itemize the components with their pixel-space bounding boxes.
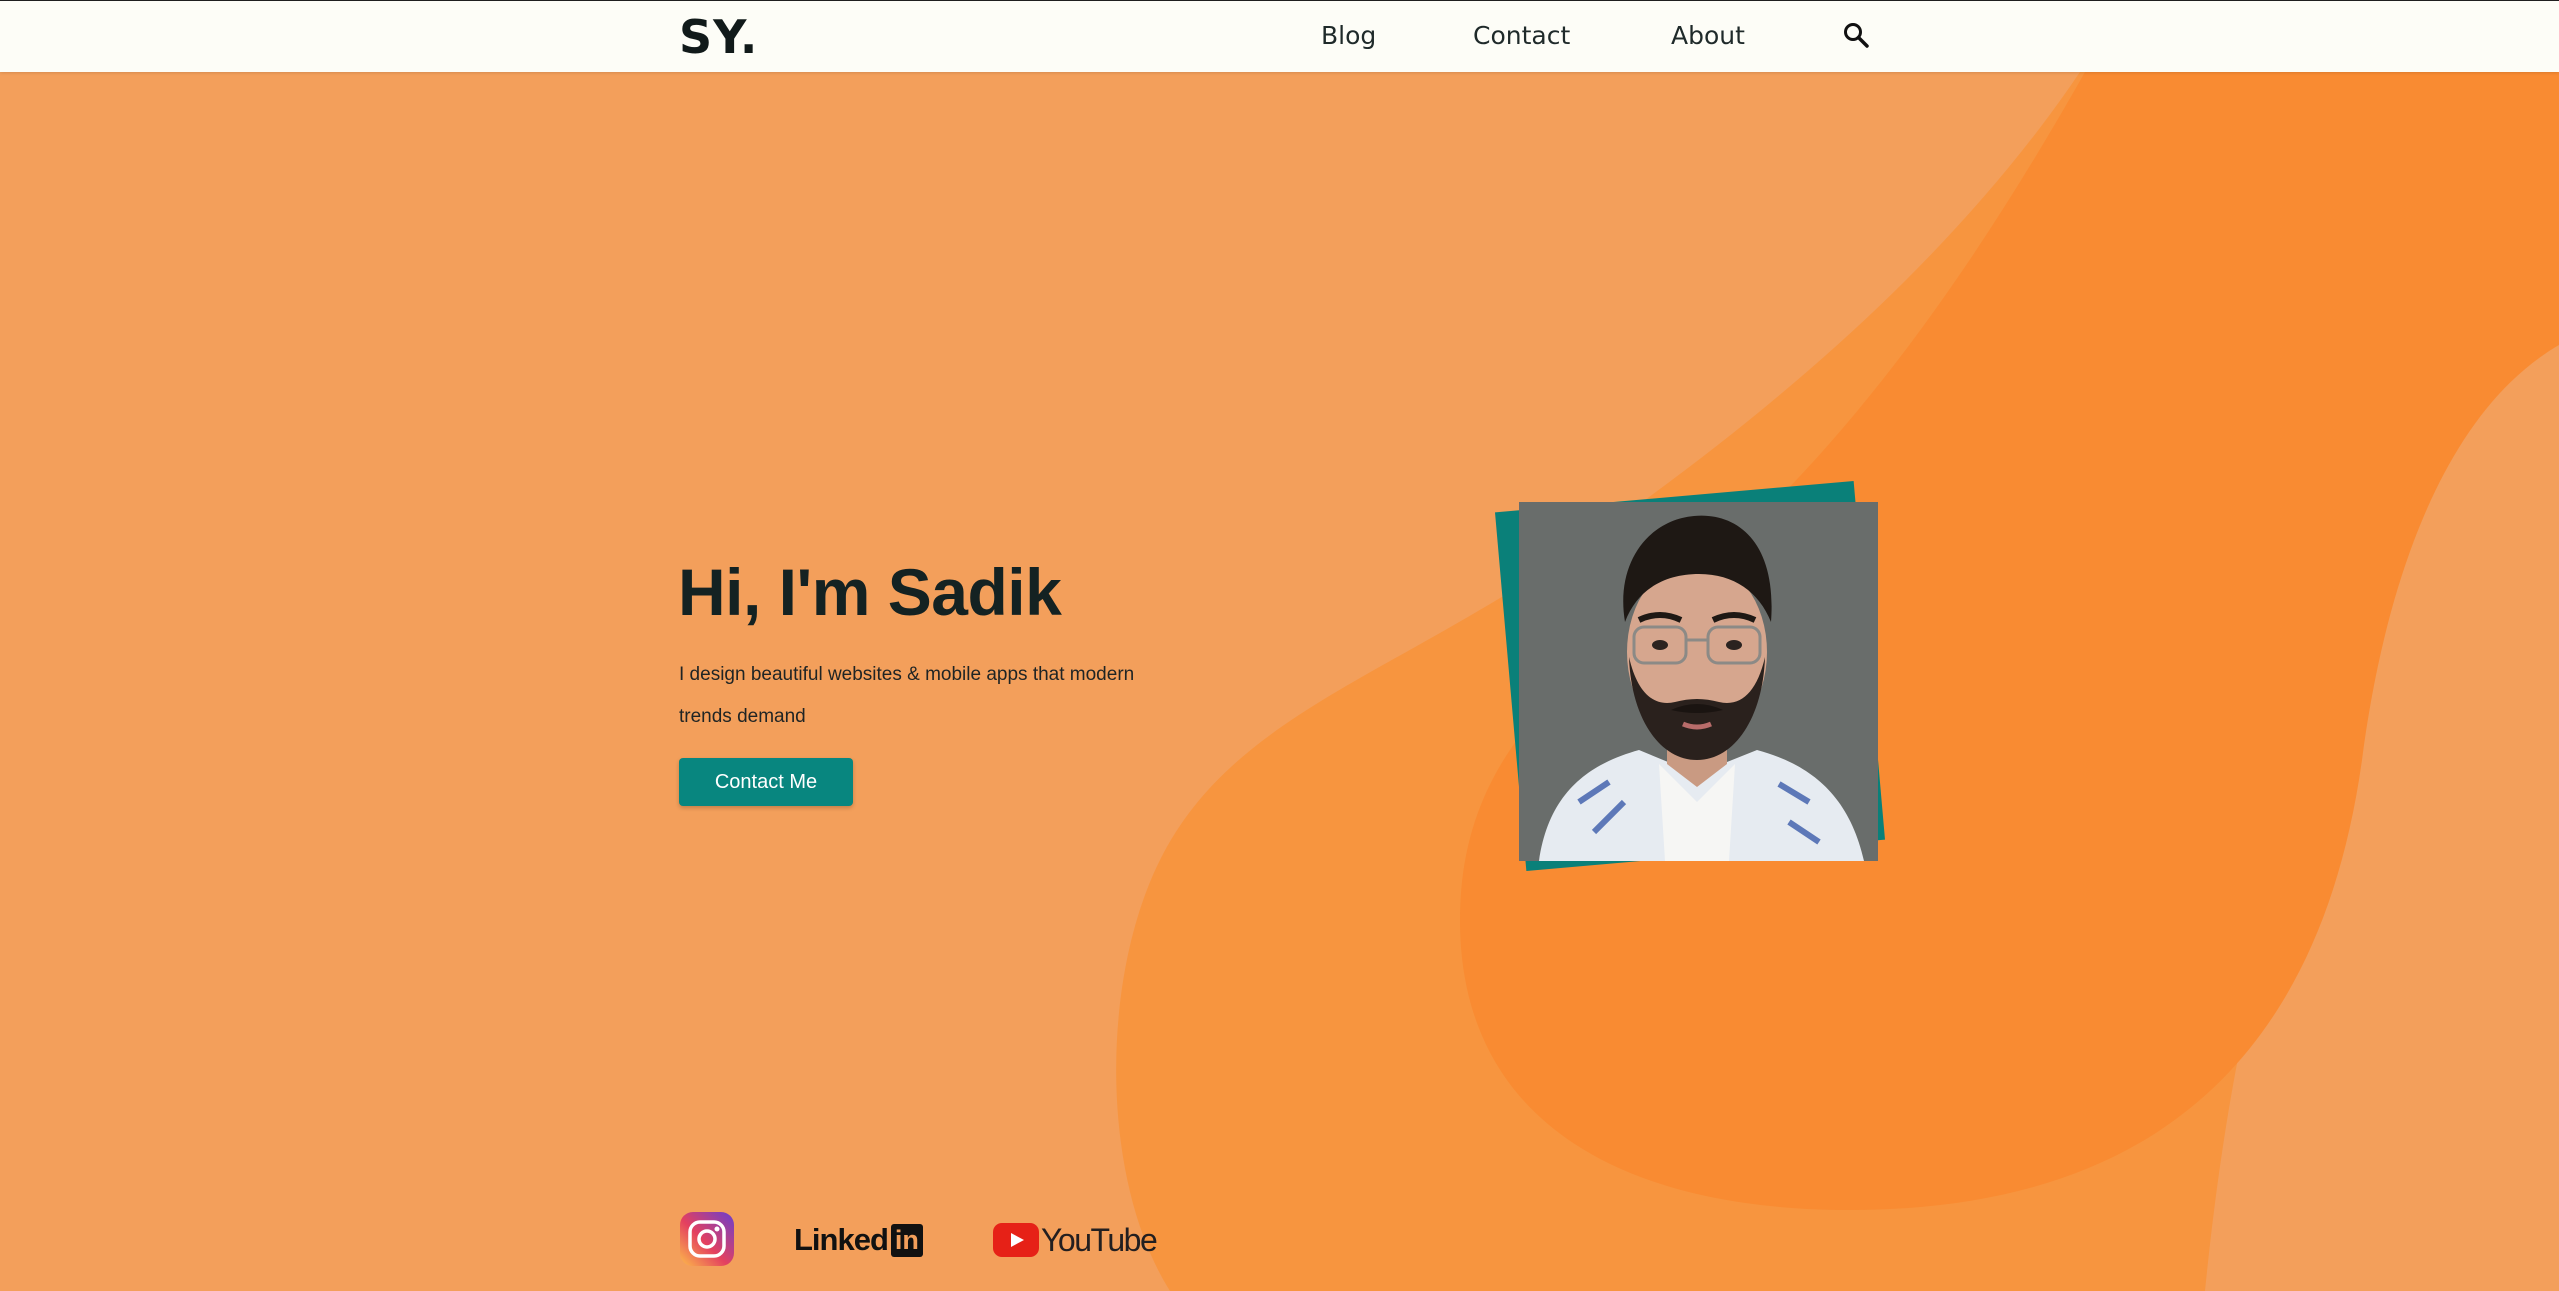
site-logo[interactable]: SY. <box>679 10 758 64</box>
youtube-logo[interactable]: YouTube <box>993 1221 1158 1259</box>
linkedin-logo[interactable]: Linked in <box>794 1221 923 1259</box>
nav-link-blog[interactable]: Blog <box>1321 21 1376 50</box>
linkedin-in-badge: in <box>890 1223 923 1257</box>
youtube-play-icon <box>993 1223 1039 1257</box>
nav-link-contact[interactable]: Contact <box>1473 21 1570 50</box>
portrait-photo <box>1519 502 1878 861</box>
contact-me-button[interactable]: Contact Me <box>679 758 853 806</box>
nav-link-about[interactable]: About <box>1671 21 1745 50</box>
hero-description: I design beautiful websites & mobile app… <box>679 664 1135 727</box>
instagram-icon[interactable] <box>679 1211 735 1267</box>
youtube-wordmark: YouTube <box>1041 1221 1158 1258</box>
search-icon[interactable] <box>1842 21 1872 51</box>
linkedin-wordmark: Linked <box>794 1222 889 1257</box>
hero-title: Hi, I'm Sadik <box>678 555 1062 629</box>
background-blob <box>1116 72 2559 1291</box>
site-header: SY. Blog Contact About <box>0 0 2559 72</box>
